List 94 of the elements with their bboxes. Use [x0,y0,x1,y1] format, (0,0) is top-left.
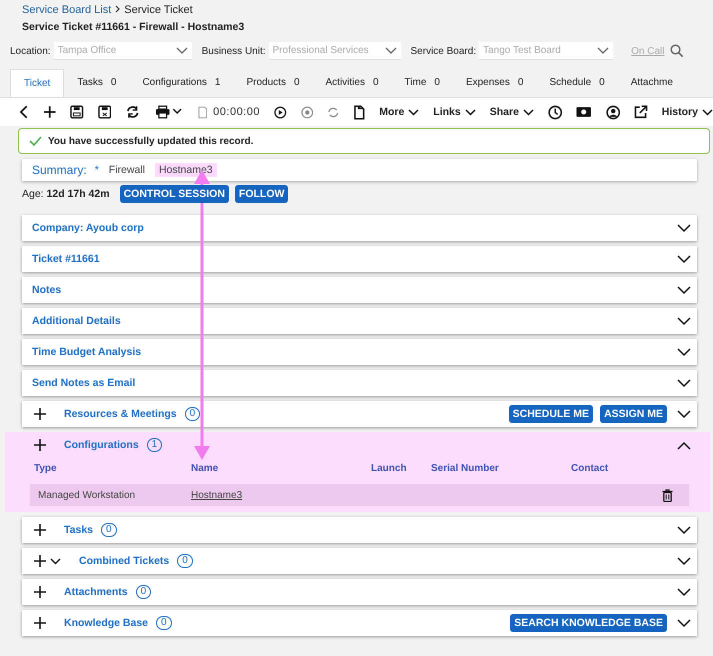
section-button[interactable]: ASSIGN ME [600,405,667,423]
tab[interactable]: Expenses 0 [452,69,536,97]
expand-icon[interactable] [677,556,691,566]
section-title[interactable]: Additional Details [32,315,121,327]
caret-icon [522,108,534,116]
action-button[interactable]: CONTROL SESSION [120,185,229,203]
menu-button[interactable]: Links [433,106,476,118]
add-icon[interactable] [34,524,46,536]
collapse-icon[interactable] [677,440,691,450]
breadcrumb-current: Service Ticket [124,4,193,16]
column-header: Contact [571,462,608,474]
caret-icon[interactable] [50,558,61,564]
tab[interactable]: Configurations 1 [129,69,234,97]
stop-icon[interactable] [300,106,314,118]
tab[interactable]: Attachme [618,69,686,97]
caret-icon [408,108,420,116]
section-title[interactable]: Ticket #11661 [32,253,100,265]
section-title[interactable]: Combined Tickets [79,555,170,567]
column-header: Serial Number [431,462,500,474]
section-title[interactable]: Send Notes as Email [32,377,136,389]
add-icon[interactable] [34,439,46,451]
section-title[interactable]: Knowledge Base [64,617,148,629]
success-message: You have successfully updated this record. [48,136,254,146]
summary-field[interactable]: Summary: * Firewall Hostname3 [22,159,697,181]
section-title[interactable]: Resources & Meetings [64,408,177,420]
cash-icon[interactable] [576,106,592,118]
configuration-link[interactable]: Hostname3 [191,490,242,500]
external-link-icon[interactable] [634,105,648,119]
section-title[interactable]: Tasks [64,524,93,536]
section-title[interactable]: Company: Ayoub corp [32,222,144,234]
tab[interactable]: Ticket [10,69,64,97]
clock-icon[interactable] [548,104,562,120]
action-button[interactable]: FOLLOW [234,185,288,203]
tab[interactable]: Tasks 0 [64,69,130,97]
expand-icon[interactable] [677,410,691,418]
expand-icon[interactable] [677,286,691,294]
page-title: Service Ticket #11661 - Firewall - Hostname3 [21,20,246,33]
reset-icon[interactable] [327,106,340,118]
filter-label: Service Board: [410,46,476,56]
menu-button[interactable]: History [662,106,713,118]
count-badge: 0 [136,585,152,599]
printer-icon[interactable] [154,105,184,119]
add-icon[interactable] [34,408,46,420]
tab[interactable]: Time 0 [392,69,453,97]
expand-icon[interactable] [677,224,691,232]
section-title[interactable]: Time Budget Analysis [32,346,142,358]
tab[interactable]: Products 0 [233,69,313,97]
section-title[interactable]: Configurations [64,439,139,451]
count-badge: 0 [156,616,172,630]
tab[interactable]: Schedule 0 [536,69,618,97]
expand-icon[interactable] [677,588,691,596]
user-icon[interactable] [606,104,620,120]
tab[interactable]: Activities 0 [312,69,392,97]
back-icon[interactable] [19,104,29,120]
expand-icon[interactable] [677,254,691,264]
menu-button[interactable]: More [379,106,420,118]
column-header: Launch [371,462,408,474]
play-icon[interactable] [274,106,287,118]
search-icon[interactable] [670,44,684,58]
copy-icon[interactable] [354,104,366,120]
add-icon[interactable] [42,105,56,119]
trash-icon[interactable] [662,488,673,502]
refresh-icon[interactable] [125,105,141,119]
count-badge: 0 [184,407,200,421]
expand-icon[interactable] [677,526,691,534]
column-header: Name [191,462,220,474]
expand-icon[interactable] [677,618,691,628]
filter-label: Location: [10,46,51,56]
breadcrumb-link[interactable]: Service Board List [22,4,112,16]
add-icon[interactable] [34,555,46,567]
expand-icon[interactable] [677,378,691,388]
document-icon[interactable] [198,106,208,118]
count-badge: 0 [101,523,117,537]
section-title[interactable]: Attachments [64,586,128,598]
add-icon[interactable] [34,586,46,598]
save-close-icon[interactable] [98,105,112,119]
age-text: Age: 12d 17h 42m [22,188,110,200]
table-cell-text: Managed Workstation [37,490,136,500]
timer-display: 00:00:00 [213,106,260,118]
section-button[interactable]: SCHEDULE ME [508,405,594,423]
section-title[interactable]: Notes [32,284,62,296]
section-button[interactable]: SEARCH KNOWLEDGE BASE [510,614,667,632]
add-icon[interactable] [34,617,46,629]
count-badge: 1 [146,438,162,452]
count-badge: 0 [177,554,193,568]
caret-icon [702,108,713,116]
column-header: Type [33,462,58,474]
caret-icon [464,108,476,116]
menu-button[interactable]: Share [490,106,534,118]
check-icon [29,136,42,146]
save-icon[interactable] [70,105,84,119]
expand-icon[interactable] [677,348,691,356]
expand-icon[interactable] [677,316,691,326]
filter-label: Business Unit: [202,46,266,56]
